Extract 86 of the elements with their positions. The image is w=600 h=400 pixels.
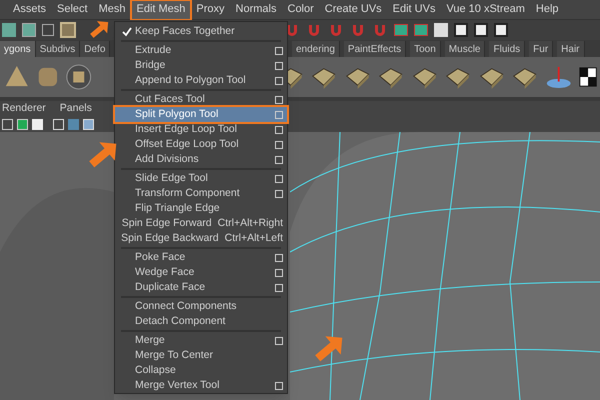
menu-item-label: Transform Component — [135, 186, 240, 201]
menu-item[interactable]: Slide Edge Tool — [115, 171, 287, 186]
shelf-tab[interactable]: Defo — [80, 41, 110, 57]
menu-item-label: Extrude — [135, 42, 172, 58]
shelf-tab[interactable]: Fluids — [489, 41, 526, 57]
menu-item-label: Bridge — [135, 58, 166, 73]
menu-bar-item[interactable]: Color — [282, 0, 319, 18]
menu-item[interactable]: Merge To Center — [115, 348, 287, 363]
menu-item[interactable]: Add Divisions — [115, 152, 287, 167]
shelf-tab[interactable]: Subdivs — [36, 41, 80, 57]
menu-bar-item[interactable]: Help — [530, 0, 564, 18]
menu-bar-item[interactable]: Vue 10 xStream — [441, 0, 530, 18]
menu-item[interactable]: Flip Triangle Edge — [115, 201, 287, 216]
menu-item[interactable]: Connect Components — [115, 299, 287, 314]
option-box-icon[interactable] — [275, 126, 283, 134]
menu-item[interactable]: Insert Edge Loop Tool — [115, 122, 287, 137]
menu-item[interactable]: Merge Vertex Tool — [115, 378, 287, 393]
option-box-icon[interactable] — [275, 336, 283, 344]
option-box-icon[interactable] — [275, 190, 283, 198]
shelf-tab[interactable]: Fur — [529, 41, 554, 57]
option-box-icon[interactable] — [275, 110, 283, 118]
menu-item-label: Split Polygon Tool — [135, 106, 218, 122]
menu-item-label: Spin Edge Backward — [121, 230, 219, 246]
menu-item-label: Append to Polygon Tool — [135, 72, 246, 88]
menu-item[interactable]: Split Polygon Tool — [115, 107, 287, 122]
panel-menu-item[interactable]: Renderer — [2, 100, 46, 116]
panel-menu-item[interactable]: Panels — [60, 100, 92, 116]
menu-item[interactable]: Spin Edge Backward Ctrl+Alt+Left — [115, 231, 287, 246]
menu-item-label: Merge To Center — [135, 348, 214, 363]
option-box-icon[interactable] — [275, 46, 283, 54]
menu-item-label: Add Divisions — [135, 152, 199, 167]
shelf-tab[interactable]: endering — [292, 41, 340, 57]
menu-item-label: Duplicate Face — [135, 280, 206, 295]
option-box-icon[interactable] — [275, 96, 283, 104]
shelf-tab[interactable]: PaintEffects — [344, 41, 406, 57]
option-box-icon[interactable] — [275, 382, 283, 390]
menu-item-label: Cut Faces Tool — [135, 92, 205, 107]
menu-bar-item[interactable]: Normals — [230, 0, 282, 18]
menu-item[interactable]: Collapse — [115, 363, 287, 378]
menu-item-label: Collapse — [135, 362, 176, 378]
menu-item-label: Connect Components — [135, 298, 237, 314]
menu-item[interactable]: Merge — [115, 333, 287, 348]
menu-bar-item[interactable]: Edit Mesh — [132, 0, 190, 18]
menu-item[interactable]: Extrude — [115, 43, 287, 58]
menu-item-label: Slide Edge Tool — [135, 170, 208, 186]
shortcut-label: Ctrl+Alt+Left — [224, 230, 283, 246]
shortcut-label: Ctrl+Alt+Right — [218, 216, 283, 231]
option-box-icon[interactable] — [275, 284, 283, 292]
menu-item[interactable]: Append to Polygon Tool — [115, 73, 287, 88]
menu-item[interactable]: Bridge — [115, 58, 287, 73]
menu-item[interactable]: Duplicate Face — [115, 280, 287, 295]
menu-bar-item[interactable]: Assets — [8, 0, 52, 18]
menu-item-label: Insert Edge Loop Tool — [135, 122, 237, 137]
menu-bar-item[interactable]: Select — [52, 0, 93, 18]
menu-item[interactable]: Poke Face — [115, 250, 287, 265]
menu-bar-item[interactable]: Proxy — [191, 0, 230, 18]
menu-item[interactable]: Transform Component — [115, 186, 287, 201]
menu-item[interactable]: Wedge Face — [115, 265, 287, 280]
menu-item-label: Offset Edge Loop Tool — [135, 136, 239, 152]
menu-item[interactable]: Offset Edge Loop Tool — [115, 137, 287, 152]
menu-item[interactable]: Keep Faces Together — [115, 24, 287, 39]
menu-item-label: Poke Face — [135, 250, 186, 265]
menu-item[interactable]: Detach Component — [115, 314, 287, 329]
menu-item-label: Merge — [135, 332, 165, 348]
menu-item-label: Keep Faces Together — [135, 24, 235, 39]
menu-item-label: Flip Triangle Edge — [135, 200, 220, 216]
option-box-icon[interactable] — [275, 76, 283, 84]
shelf-tab[interactable]: Muscle — [444, 41, 486, 57]
menu-item-label: Detach Component — [135, 314, 226, 329]
menu-item[interactable]: Spin Edge Forward Ctrl+Alt+Right — [115, 216, 287, 231]
option-box-icon[interactable] — [275, 254, 283, 262]
menu-bar-item[interactable]: Mesh — [94, 0, 130, 18]
menu-item-label: Wedge Face — [135, 264, 194, 280]
shelf-tab[interactable]: Hair — [557, 41, 585, 57]
menu-item-label: Spin Edge Forward — [122, 216, 212, 231]
menu-bar-item[interactable]: Edit UVs — [388, 0, 440, 18]
option-box-icon[interactable] — [275, 140, 283, 148]
menu-bar-item[interactable]: Create UVs — [320, 0, 387, 18]
option-box-icon[interactable] — [275, 62, 283, 70]
menu-item[interactable]: Cut Faces Tool — [115, 92, 287, 107]
option-box-icon[interactable] — [275, 174, 283, 182]
shelf-tab[interactable]: Toon — [410, 41, 441, 57]
menu-item-label: Merge Vertex Tool — [135, 378, 220, 393]
option-box-icon[interactable] — [275, 156, 283, 164]
shelf-tab[interactable]: ygons — [0, 41, 36, 57]
option-box-icon[interactable] — [275, 268, 283, 276]
